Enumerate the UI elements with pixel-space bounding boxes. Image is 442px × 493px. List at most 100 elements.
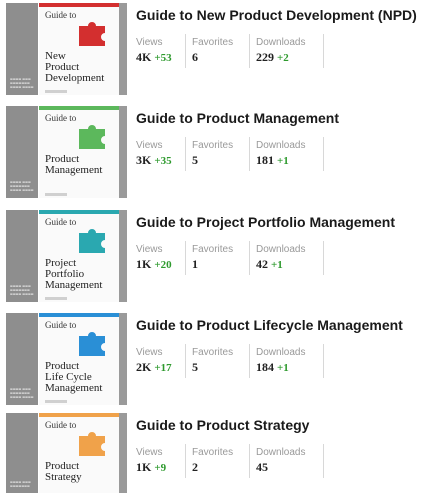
puzzle-piece-icon — [79, 332, 105, 356]
downloads-delta: +2 — [277, 52, 289, 64]
cover-back — [119, 3, 127, 95]
document-thumbnail[interactable]: ▬▬▬▬ ▬▬▬ ▬▬▬▬▬▬▬ ▬▬▬▬ ▬▬▬▬ Guide to New … — [6, 3, 127, 95]
cover-page: Guide to Product Management — [39, 106, 119, 198]
cover-back — [119, 106, 127, 198]
cover-title-line: Management — [45, 279, 103, 291]
cover-guide-label: Guide to — [45, 420, 77, 430]
document-list-item: ▬▬▬▬ ▬▬▬ ▬▬▬▬▬▬▬ ▬▬▬▬ ▬▬▬▬ Guide to Prod… — [0, 103, 442, 198]
downloads-stat: Downloads 184 +1 — [249, 344, 324, 378]
views-delta: +17 — [154, 362, 172, 374]
cover-title: Project Portfolio Management — [45, 258, 102, 291]
cover-page: Guide to New Product Development — [39, 3, 119, 95]
cover-title: Product Strategy — [45, 461, 82, 483]
cover-title: Product Management — [45, 154, 102, 176]
spine-text: ▬▬▬▬ ▬▬▬ ▬▬▬▬▬▬▬ — [10, 480, 31, 488]
favorites-stat: Favorites 2 — [185, 444, 249, 478]
document-title-link[interactable]: Guide to Project Portfolio Management — [136, 214, 395, 230]
cover-page: Guide to Project Portfolio Management — [39, 210, 119, 302]
downloads-count: 42 — [256, 257, 268, 271]
cover-guide-label: Guide to — [45, 217, 77, 227]
cover-back — [119, 413, 127, 493]
downloads-stat: Downloads 42 +1 — [249, 241, 324, 275]
favorites-count: 1 — [192, 257, 198, 271]
views-value: 3K +35 — [130, 151, 185, 168]
downloads-count: 229 — [256, 50, 274, 64]
document-title-link[interactable]: Guide to Product Lifecycle Management — [136, 317, 403, 333]
favorites-label: Favorites — [192, 140, 234, 151]
cover-title-line: Strategy — [45, 471, 82, 483]
document-list-item: ▬▬▬▬ ▬▬▬ ▬▬▬▬▬▬▬ ▬▬▬▬ ▬▬▬▬ Guide to Proj… — [0, 207, 442, 302]
document-title-link[interactable]: Guide to Product Management — [136, 110, 339, 126]
document-title-link[interactable]: Guide to New Product Development (NPD) — [136, 7, 417, 23]
cover-title-line: Management — [45, 164, 103, 176]
cover-title-line: Development — [45, 72, 105, 84]
views-label: Views — [136, 244, 163, 255]
document-title-link[interactable]: Guide to Product Strategy — [136, 417, 309, 433]
document-thumbnail[interactable]: ▬▬▬▬ ▬▬▬ ▬▬▬▬▬▬▬ Guide to Product Strate… — [6, 413, 127, 493]
views-delta: +9 — [154, 462, 167, 474]
views-value: 4K +53 — [130, 48, 185, 65]
downloads-label: Downloads — [256, 447, 306, 458]
views-stat: Views 4K +53 — [130, 34, 185, 68]
views-stat: Views 2K +17 — [130, 344, 185, 378]
favorites-label: Favorites — [192, 37, 234, 48]
downloads-delta: +1 — [271, 259, 283, 271]
views-label: Views — [136, 37, 163, 48]
downloads-value: 181 +1 — [250, 151, 323, 168]
cover-page: Guide to Product Life Cycle Management — [39, 313, 119, 405]
favorites-label: Favorites — [192, 447, 234, 458]
cover-back — [119, 313, 127, 405]
favorites-value: 6 — [186, 48, 249, 65]
cover-back — [119, 210, 127, 302]
downloads-delta: +1 — [277, 362, 289, 374]
downloads-value: 45 — [250, 458, 323, 475]
downloads-label: Downloads — [256, 347, 306, 358]
document-thumbnail[interactable]: ▬▬▬▬ ▬▬▬ ▬▬▬▬▬▬▬ ▬▬▬▬ ▬▬▬▬ Guide to Prod… — [6, 106, 127, 198]
views-delta: +53 — [154, 52, 172, 64]
cover-title: Product Life Cycle Management — [45, 361, 102, 394]
views-stat: Views 1K +9 — [130, 444, 185, 478]
views-value: 1K +9 — [130, 458, 185, 475]
views-count: 1K — [136, 257, 152, 271]
spine-text: ▬▬▬▬ ▬▬▬ ▬▬▬▬▬▬▬ ▬▬▬▬ ▬▬▬▬ — [10, 180, 34, 192]
document-list-item: ▬▬▬▬ ▬▬▬ ▬▬▬▬▬▬▬ ▬▬▬▬ ▬▬▬▬ Guide to New … — [0, 0, 442, 95]
favorites-stat: Favorites 1 — [185, 241, 249, 275]
downloads-delta: +1 — [277, 155, 289, 167]
cover-page: Guide to Product Strategy — [39, 413, 119, 493]
spine-text: ▬▬▬▬ ▬▬▬ ▬▬▬▬▬▬▬ ▬▬▬▬ ▬▬▬▬ — [10, 387, 34, 399]
downloads-stat: Downloads 181 +1 — [249, 137, 324, 171]
publisher-logo — [45, 400, 67, 403]
cover-guide-label: Guide to — [45, 10, 77, 20]
favorites-stat: Favorites 5 — [185, 344, 249, 378]
cover-guide-label: Guide to — [45, 113, 77, 123]
publisher-logo — [45, 193, 67, 196]
cover-guide-label: Guide to — [45, 320, 77, 330]
favorites-count: 6 — [192, 50, 198, 64]
puzzle-piece-icon — [79, 125, 105, 149]
favorites-stat: Favorites 6 — [185, 34, 249, 68]
favorites-value: 1 — [186, 255, 249, 272]
document-list-item: ▬▬▬▬ ▬▬▬ ▬▬▬▬▬▬▬ Guide to Product Strate… — [0, 410, 442, 493]
views-stat: Views 3K +35 — [130, 137, 185, 171]
favorites-label: Favorites — [192, 244, 234, 255]
views-label: Views — [136, 347, 163, 358]
views-label: Views — [136, 140, 163, 151]
puzzle-piece-icon — [79, 229, 105, 253]
views-count: 3K — [136, 153, 152, 167]
puzzle-piece-icon — [79, 432, 105, 456]
downloads-label: Downloads — [256, 244, 306, 255]
puzzle-piece-icon — [79, 22, 105, 46]
document-thumbnail[interactable]: ▬▬▬▬ ▬▬▬ ▬▬▬▬▬▬▬ ▬▬▬▬ ▬▬▬▬ Guide to Prod… — [6, 313, 127, 405]
downloads-count: 181 — [256, 153, 274, 167]
cover-spine: ▬▬▬▬ ▬▬▬ ▬▬▬▬▬▬▬ ▬▬▬▬ ▬▬▬▬ — [6, 3, 38, 95]
views-label: Views — [136, 447, 163, 458]
downloads-label: Downloads — [256, 37, 306, 48]
views-delta: +20 — [154, 259, 172, 271]
downloads-count: 45 — [256, 460, 268, 474]
publisher-logo — [45, 90, 67, 93]
favorites-value: 5 — [186, 151, 249, 168]
document-thumbnail[interactable]: ▬▬▬▬ ▬▬▬ ▬▬▬▬▬▬▬ ▬▬▬▬ ▬▬▬▬ Guide to Proj… — [6, 210, 127, 302]
views-value: 2K +17 — [130, 358, 185, 375]
downloads-value: 42 +1 — [250, 255, 323, 272]
cover-spine: ▬▬▬▬ ▬▬▬ ▬▬▬▬▬▬▬ ▬▬▬▬ ▬▬▬▬ — [6, 106, 38, 198]
